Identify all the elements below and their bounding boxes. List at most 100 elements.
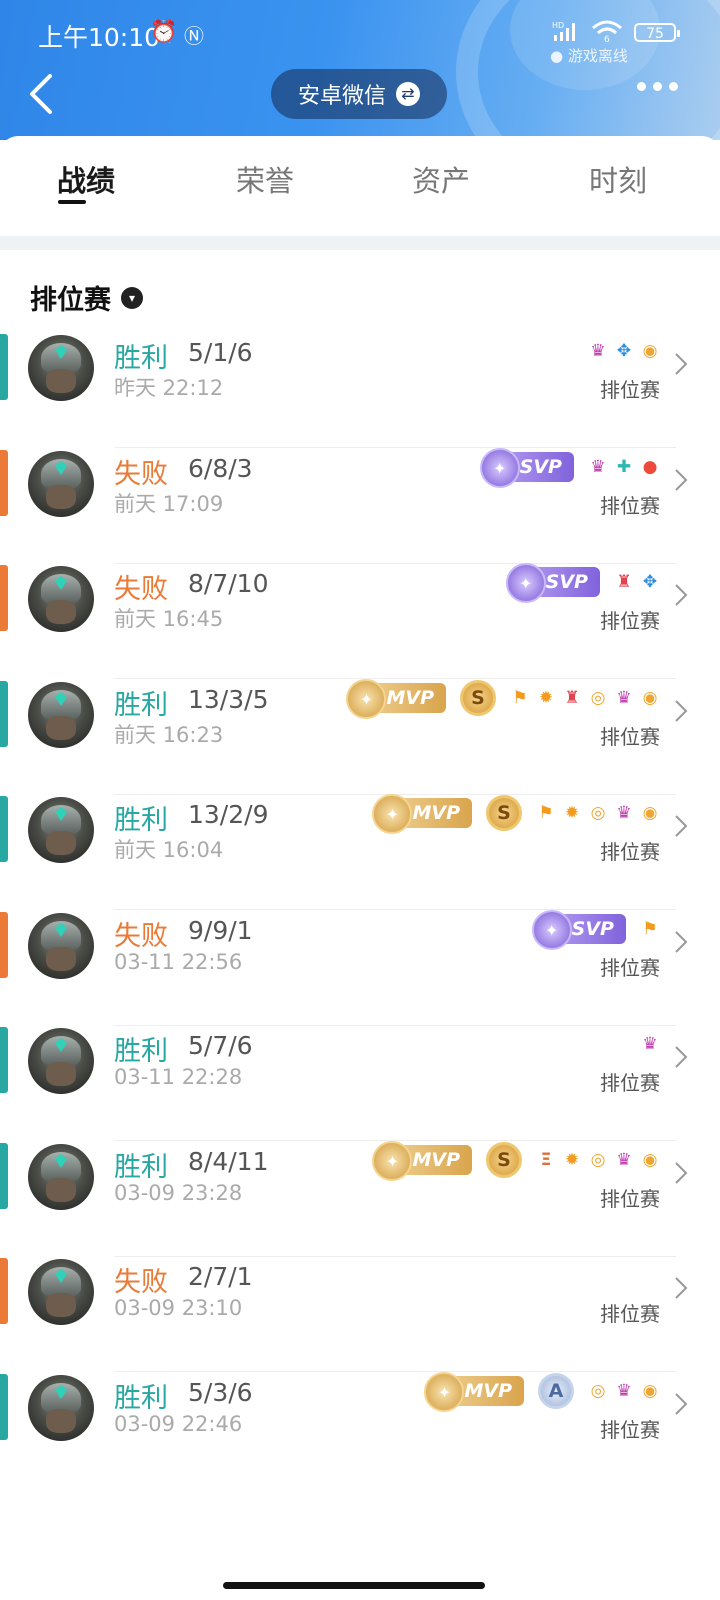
demon-icon: ♛ [642, 1034, 658, 1054]
fire-icon: ✹ [564, 803, 580, 823]
mode-filter-dropdown[interactable]: 排位赛 ▾ [30, 278, 143, 317]
result-color-bar [0, 1027, 8, 1093]
tab-moments[interactable]: 时刻 [589, 158, 647, 200]
wings-icon: ✥ [616, 341, 632, 361]
back-button[interactable] [24, 72, 64, 116]
achievement-icons: ✦ SVP ♜ ✥ [505, 563, 660, 603]
medal-icon: ✦ [424, 1372, 465, 1412]
demon-icon: ♛ [616, 1381, 632, 1401]
demon-icon: ♛ [616, 688, 632, 708]
match-time: 前天 17:09 [114, 492, 224, 516]
achievement-icons: ♛ [640, 1027, 660, 1061]
hero-avatar [28, 566, 94, 632]
match-mode: 排位赛 [600, 956, 660, 980]
signal-icon: HD [552, 21, 575, 41]
coins-icon: ◉ [642, 688, 658, 708]
match-row[interactable]: 失败 9/9/1 03-11 22:56 排位赛 ✦ SVP ⚑ [0, 908, 720, 1026]
mvp-label: MVP [412, 1149, 460, 1171]
dot-icon [653, 82, 662, 91]
flag-icon: ⚑ [538, 803, 554, 823]
grade-s-badge: S [486, 795, 522, 831]
result-color-bar [0, 450, 8, 516]
match-kda: 6/8/3 [188, 454, 253, 483]
match-time: 前天 16:04 [114, 838, 224, 862]
match-row[interactable]: 胜利 5/1/6 昨天 22:12 排位赛 ♛ ✥ ◉ [0, 330, 720, 448]
match-result: 胜利 [114, 1383, 168, 1414]
medal-icon: ✦ [346, 679, 387, 719]
more-options-button[interactable] [637, 82, 678, 91]
match-time: 昨天 22:12 [114, 376, 224, 400]
hero-avatar [28, 1375, 94, 1441]
svp-label: SVP [545, 571, 588, 593]
tower-icon: ♜ [616, 572, 632, 592]
match-kda: 5/7/6 [188, 1031, 253, 1060]
result-color-bar [0, 334, 8, 400]
match-row[interactable]: 失败 2/7/1 03-09 23:10 排位赛 [0, 1254, 720, 1372]
tab-honor[interactable]: 荣誉 [236, 158, 294, 200]
dot-icon [669, 82, 678, 91]
gold-icon: ◎ [590, 688, 606, 708]
match-time: 03-11 22:28 [114, 1065, 243, 1089]
coins-icon: ◉ [642, 341, 658, 361]
chevron-right-icon [675, 1046, 688, 1068]
match-mode: 排位赛 [600, 1187, 660, 1211]
match-result: 胜利 [114, 1152, 168, 1183]
match-mode: 排位赛 [600, 840, 660, 864]
match-result: 胜利 [114, 343, 168, 374]
match-mode: 排位赛 [600, 1418, 660, 1442]
status-time: 上午10:10 [38, 23, 161, 52]
coins-icon: ◉ [642, 803, 658, 823]
mvp-badge: ✦ MVP [372, 794, 472, 834]
chevron-right-icon [675, 1162, 688, 1184]
battery-indicator: 75 [634, 23, 680, 42]
match-row[interactable]: 胜利 5/3/6 03-09 22:46 排位赛 ✦ MVP A ◎ ♛ ◉ [0, 1370, 720, 1488]
match-row[interactable]: 失败 8/7/10 前天 16:45 排位赛 ✦ SVP ♜ ✥ [0, 561, 720, 679]
tab-bar: 战绩 荣誉 资产 时刻 [0, 136, 720, 231]
match-row[interactable]: 胜利 13/3/5 前天 16:23 排位赛 ✦ MVP S ⚑ ✹ ♜ ◎ ♛ ◉ [0, 677, 720, 795]
match-mode: 排位赛 [600, 725, 660, 749]
mvp-badge: ✦ MVP [424, 1372, 524, 1412]
svp-label: SVP [571, 918, 614, 940]
mvp-label: MVP [412, 802, 460, 824]
match-time: 03-09 22:46 [114, 1412, 243, 1436]
achievement-icons: ✦ SVP ⚑ [531, 910, 660, 950]
match-result: 胜利 [114, 805, 168, 836]
match-row[interactable]: 失败 6/8/3 前天 17:09 排位赛 ✦ SVP ♛ ✚ ● [0, 446, 720, 564]
match-kda: 8/7/10 [188, 569, 269, 598]
match-time: 前天 16:45 [114, 607, 224, 631]
chevron-right-icon [675, 584, 688, 606]
tab-assets[interactable]: 资产 [412, 158, 470, 200]
platform-switch-button[interactable]: 安卓微信 ⇄ [271, 69, 447, 119]
game-status: ● 游戏离线 [550, 47, 628, 65]
triple-kill-icon: Ξ [540, 1150, 552, 1170]
hero-avatar [28, 1259, 94, 1325]
header: 上午10:10 ⏰ Ⓝ HD 6 75 ● 游戏离线 安卓微信 ⇄ [0, 0, 720, 140]
blood-icon: ● [642, 457, 658, 477]
demon-icon: ♛ [616, 1150, 632, 1170]
medal-icon: ✦ [479, 448, 520, 488]
tab-record[interactable]: 战绩 [57, 158, 115, 200]
grade-s-badge: S [486, 1142, 522, 1178]
achievement-icons: ✦ MVP S ⚑ ✹ ♜ ◎ ♛ ◉ [346, 679, 660, 719]
swap-icon: ⇄ [396, 82, 420, 106]
demon-icon: ♛ [590, 341, 606, 361]
hero-avatar [28, 797, 94, 863]
match-row[interactable]: 胜利 13/2/9 前天 16:04 排位赛 ✦ MVP S ⚑ ✹ ◎ ♛ ◉ [0, 792, 720, 910]
match-mode: 排位赛 [600, 494, 660, 518]
chevron-right-icon [675, 353, 688, 375]
demon-icon: ♛ [616, 803, 632, 823]
match-row[interactable]: 胜利 8/4/11 03-09 23:28 排位赛 ✦ MVP S Ξ ✹ ◎ ♛ ◉ [0, 1139, 720, 1257]
medal-icon: ✦ [505, 563, 546, 603]
home-indicator[interactable] [223, 1582, 485, 1589]
section-divider [0, 236, 720, 250]
coins-icon: ◉ [642, 1150, 658, 1170]
flag-icon: ⚑ [512, 688, 528, 708]
medal-icon: ✦ [372, 1141, 413, 1181]
result-color-bar [0, 1374, 8, 1440]
hero-avatar [28, 1028, 94, 1094]
hero-avatar [28, 335, 94, 401]
result-color-bar [0, 912, 8, 978]
match-row[interactable]: 胜利 5/7/6 03-11 22:28 排位赛 ♛ [0, 1023, 720, 1141]
match-kda: 13/3/5 [188, 685, 269, 714]
achievement-icons: ✦ SVP ♛ ✚ ● [479, 448, 660, 488]
